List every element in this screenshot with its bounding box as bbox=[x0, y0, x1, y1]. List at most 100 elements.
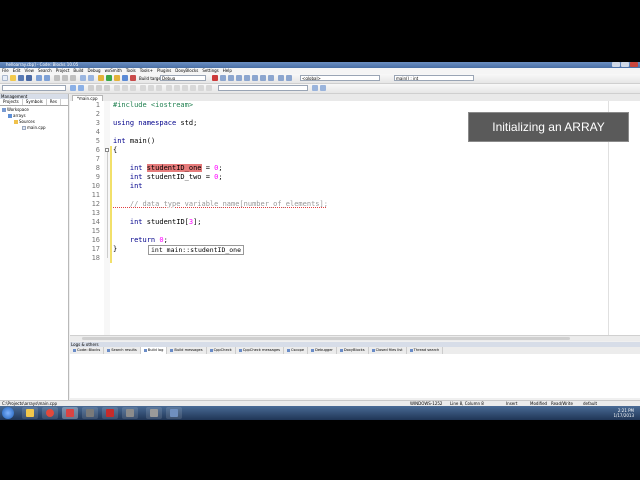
jump-forward-icon[interactable] bbox=[78, 85, 84, 91]
thread-search-input[interactable] bbox=[218, 85, 308, 91]
doxy-help-icon[interactable] bbox=[206, 85, 212, 91]
match-brace-icon[interactable] bbox=[140, 85, 146, 91]
line-number: 17 bbox=[91, 245, 100, 253]
identifier-token: main() bbox=[125, 137, 156, 145]
abort-icon[interactable] bbox=[130, 75, 136, 81]
taskbar-app-8[interactable] bbox=[166, 407, 182, 419]
break-icon[interactable] bbox=[260, 75, 266, 81]
tab-label: CppCheck messages bbox=[242, 348, 281, 352]
tab-codeblocks-log[interactable]: Code::Blocks bbox=[70, 347, 105, 354]
debug-icon[interactable] bbox=[212, 75, 218, 81]
line-number: 7 bbox=[95, 155, 100, 163]
doxy-block-icon[interactable] bbox=[174, 85, 180, 91]
tab-label: Closed files list bbox=[375, 348, 403, 352]
copy-icon[interactable] bbox=[62, 75, 68, 81]
bookmark-prev-icon[interactable] bbox=[122, 85, 128, 91]
jump-select[interactable] bbox=[2, 85, 66, 91]
tab-search-results[interactable]: Search results bbox=[104, 347, 141, 354]
tab-doxyblocks[interactable]: DoxyBlocks bbox=[337, 347, 369, 354]
taskbar-codeblocks[interactable] bbox=[62, 407, 78, 419]
uncomment-icon[interactable] bbox=[96, 85, 102, 91]
line-number: 5 bbox=[95, 137, 100, 145]
undo-icon[interactable] bbox=[36, 75, 42, 81]
code-completion-scope-select[interactable]: <global> bbox=[300, 75, 380, 81]
management-panel: Management Projects Symbols Res Workspac… bbox=[0, 94, 69, 403]
bookmark-next-icon[interactable] bbox=[130, 85, 136, 91]
build-and-run-icon[interactable] bbox=[114, 75, 120, 81]
stop-debug-icon[interactable] bbox=[268, 75, 274, 81]
cut-icon[interactable] bbox=[54, 75, 60, 81]
tree-item-main-cpp[interactable]: main.cpp bbox=[22, 125, 46, 131]
taskbar-explorer[interactable] bbox=[22, 407, 38, 419]
line-number: 15 bbox=[91, 227, 100, 235]
tab-cppcheck[interactable]: CppCheck bbox=[207, 347, 236, 354]
code-line-5: int main() bbox=[113, 137, 155, 146]
tab-cppcheck-messages[interactable]: CppCheck messages bbox=[236, 347, 285, 354]
next-line-icon[interactable] bbox=[228, 75, 234, 81]
fold-icon[interactable] bbox=[148, 85, 154, 91]
editor-horizontal-scrollbar[interactable] bbox=[70, 335, 640, 341]
debug-windows-icon[interactable] bbox=[278, 75, 284, 81]
line-number: 4 bbox=[95, 128, 100, 136]
tab-build-log[interactable]: Build log bbox=[140, 347, 168, 354]
step-into-icon[interactable] bbox=[236, 75, 242, 81]
screen: helloarray.cbp] - Code::Blocks 10.05 Fil… bbox=[0, 62, 640, 420]
taskbar-app-4[interactable] bbox=[82, 407, 98, 419]
toggle-comment-icon[interactable] bbox=[104, 85, 110, 91]
scrollbar-thumb[interactable] bbox=[82, 337, 570, 340]
comment-icon[interactable] bbox=[88, 85, 94, 91]
build-target-select[interactable]: Debug bbox=[160, 75, 206, 81]
bookmark-icon[interactable] bbox=[114, 85, 120, 91]
tab-thread-search[interactable]: Thread search bbox=[407, 347, 444, 354]
code-completion-symbol-select[interactable]: main() : int bbox=[394, 75, 474, 81]
thread-search-options-icon[interactable] bbox=[320, 85, 326, 91]
paste-icon[interactable] bbox=[70, 75, 76, 81]
keyword-token: int bbox=[113, 173, 147, 181]
maximize-button[interactable] bbox=[621, 62, 629, 67]
new-file-icon[interactable] bbox=[2, 75, 8, 81]
minimize-button[interactable] bbox=[612, 62, 620, 67]
line-number: 10 bbox=[91, 182, 100, 190]
unfold-icon[interactable] bbox=[156, 85, 162, 91]
taskbar-acrobat[interactable] bbox=[102, 407, 118, 419]
thread-search-icon[interactable] bbox=[312, 85, 318, 91]
tab-resources[interactable]: Res bbox=[47, 99, 61, 105]
replace-icon[interactable] bbox=[88, 75, 94, 81]
redo-icon[interactable] bbox=[44, 75, 50, 81]
fold-line bbox=[107, 152, 108, 258]
taskbar-app-6[interactable] bbox=[122, 407, 138, 419]
open-folder-icon[interactable] bbox=[10, 75, 16, 81]
step-out-icon[interactable] bbox=[244, 75, 250, 81]
taskbar-chrome[interactable] bbox=[42, 407, 58, 419]
logs-content[interactable] bbox=[70, 354, 640, 398]
debug-info-icon[interactable] bbox=[286, 75, 292, 81]
build-icon[interactable] bbox=[98, 75, 104, 81]
save-all-icon[interactable] bbox=[26, 75, 32, 81]
tab-build-messages[interactable]: Build messages bbox=[167, 347, 207, 354]
line-number: 6 bbox=[95, 146, 100, 154]
tab-closed-files[interactable]: Closed files list bbox=[369, 347, 407, 354]
operator-token: = bbox=[201, 173, 215, 181]
save-icon[interactable] bbox=[18, 75, 24, 81]
next-instruction-icon[interactable] bbox=[252, 75, 258, 81]
close-button[interactable] bbox=[630, 62, 638, 67]
tab-debugger[interactable]: Debugger bbox=[308, 347, 337, 354]
start-button[interactable] bbox=[2, 407, 14, 419]
run-to-cursor-icon[interactable] bbox=[220, 75, 226, 81]
jump-back-icon[interactable] bbox=[70, 85, 76, 91]
rebuild-icon[interactable] bbox=[122, 75, 128, 81]
keyword-token: int bbox=[113, 164, 147, 172]
taskbar-app-7[interactable] bbox=[146, 407, 162, 419]
doxy-icon[interactable] bbox=[166, 85, 172, 91]
run-icon[interactable] bbox=[106, 75, 112, 81]
tab-cscope[interactable]: Cscope bbox=[284, 347, 309, 354]
doxy-run-icon[interactable] bbox=[190, 85, 196, 91]
taskbar-clock-date[interactable]: 1/17/2013 bbox=[613, 413, 634, 418]
tab-symbols[interactable]: Symbols bbox=[23, 99, 47, 105]
tab-projects[interactable]: Projects bbox=[0, 99, 23, 105]
code-line-9: int studentID_two = 0; bbox=[113, 173, 223, 182]
doxy-config-icon[interactable] bbox=[198, 85, 204, 91]
find-icon[interactable] bbox=[80, 75, 86, 81]
code-editor[interactable]: 1 2 3 4 5 6 7 8 9 10 11 12 13 14 15 16 1… bbox=[70, 101, 640, 335]
doxy-line-icon[interactable] bbox=[182, 85, 188, 91]
